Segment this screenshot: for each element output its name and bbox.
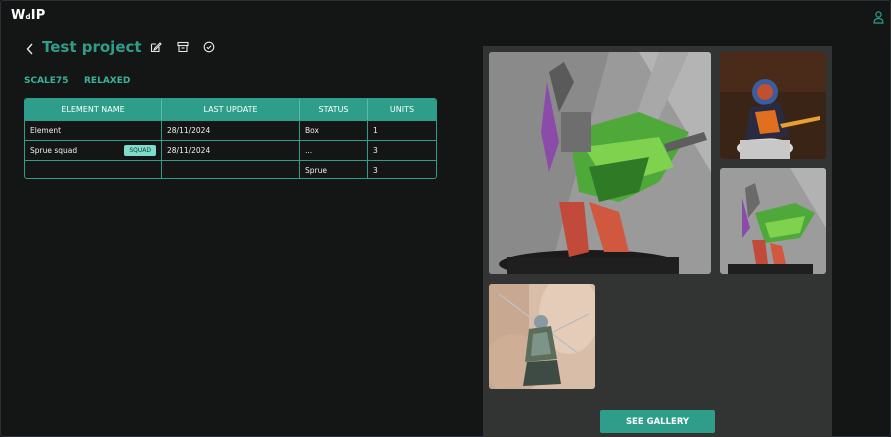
squad-badge: SQUAD xyxy=(124,145,156,156)
cell-units: 1 xyxy=(373,126,378,135)
table-row[interactable]: Sprue squad SQUAD 28/11/2024 ... 3 xyxy=(25,140,436,160)
gallery-photo-4[interactable] xyxy=(489,284,595,389)
cell-updated: 28/11/2024 xyxy=(162,141,300,160)
column-header-status[interactable]: STATUS xyxy=(300,99,368,120)
page-title: Test project xyxy=(42,38,142,56)
table-header: ELEMENT NAME LAST UPDATE STATUS UNITS xyxy=(25,99,436,120)
elements-table: ELEMENT NAME LAST UPDATE STATUS UNITS El… xyxy=(24,98,437,179)
cell-status: Sprue xyxy=(300,161,368,178)
check-circle-icon[interactable] xyxy=(203,41,215,53)
column-header-last-update[interactable]: LAST UPDATE xyxy=(162,99,300,120)
cell-units: 3 xyxy=(373,146,378,155)
table-row[interactable]: Element 28/11/2024 Box 1 xyxy=(25,120,436,140)
gallery-photo-main[interactable] xyxy=(489,52,711,274)
user-icon[interactable] xyxy=(873,11,884,24)
see-gallery-button[interactable]: SEE GALLERY xyxy=(600,410,715,433)
app-logo[interactable]: WdIP xyxy=(11,8,46,23)
cell-units: 3 xyxy=(373,166,378,175)
column-header-name[interactable]: ELEMENT NAME xyxy=(25,99,162,120)
column-header-units[interactable]: UNITS xyxy=(368,99,436,120)
gallery-photo-3[interactable] xyxy=(720,168,826,274)
cell-name xyxy=(25,161,162,178)
cell-status: Box xyxy=(300,121,368,140)
cell-status: ... xyxy=(300,141,368,160)
back-chevron-icon[interactable] xyxy=(25,43,35,55)
gallery-photo-2[interactable] xyxy=(720,52,826,159)
archive-icon[interactable] xyxy=(177,41,189,53)
cell-name-text: Sprue squad xyxy=(30,146,78,155)
edit-icon[interactable] xyxy=(150,41,162,53)
project-brand: SCALE75 xyxy=(24,76,69,86)
cell-name: Sprue squad SQUAD xyxy=(25,141,162,160)
table-row[interactable]: Sprue 3 xyxy=(25,160,436,178)
cell-updated xyxy=(162,161,300,178)
cell-name: Element xyxy=(25,121,162,140)
project-mode: RELAXED xyxy=(84,76,131,86)
cell-updated: 28/11/2024 xyxy=(162,121,300,140)
